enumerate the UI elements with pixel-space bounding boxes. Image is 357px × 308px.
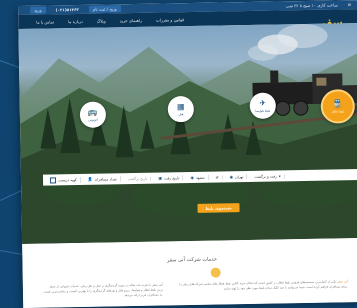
- envelope-icon: ✉: [347, 2, 352, 8]
- origin-field[interactable]: ◉ تهران: [226, 174, 248, 180]
- working-hours: ساعت کاری ۱۰ صبح تا ۲۲ شب: [285, 2, 338, 9]
- trip-type-select[interactable]: رفت و برگشت ▾: [251, 173, 285, 179]
- nav-item-about[interactable]: درباره ما: [68, 18, 83, 23]
- website-frame: ورود (۰۲۱)۵۱۴۶۳ ورود / ثبت نام ساعت کاری…: [18, 0, 357, 308]
- return-date-field[interactable]: تاریخ برگشت: [124, 176, 152, 181]
- nav-item-guide[interactable]: راهنمای خرید: [120, 17, 142, 22]
- section-title: خدمات شرکت آنی سفر: [166, 256, 218, 264]
- account-button[interactable]: ورود / ثبت نام: [88, 5, 121, 13]
- nav-item-rules[interactable]: قوانین و مقررات: [156, 17, 184, 22]
- brand-highlight: آنی سفر: [337, 279, 348, 284]
- departure-date-field[interactable]: ▣ تاریخ رفت: [155, 175, 184, 181]
- login-button[interactable]: ورود: [30, 6, 46, 14]
- chevron-down-icon: ▾: [278, 173, 281, 178]
- services-description-left: آنی سفر با تجربه چند ساله در حوزه گردشگر…: [43, 282, 164, 298]
- hero-banner: 🚆 بلیط قطار ✈ بلیط هواپیما ▦ هتل 🚌 اتوبو…: [18, 23, 357, 244]
- nav-item-contact[interactable]: تماس با ما: [36, 19, 54, 24]
- location-pin-icon: ◉: [229, 174, 234, 180]
- train-icon: 🚆: [332, 98, 343, 109]
- bus-icon: 🚌: [87, 107, 98, 117]
- checkbox-icon: [49, 176, 57, 183]
- location-pin-icon: ◉: [190, 174, 195, 181]
- services-section: خدمات شرکت آنی سفر آنی سفر با تجربه چند …: [22, 238, 357, 308]
- section-decoration-icon: [210, 267, 221, 278]
- services-description-right: آنی سفر یکی از کامل‌ترین سیستم‌های فروش …: [179, 279, 348, 291]
- plane-icon: ✈: [259, 98, 267, 108]
- calendar-icon: ▣: [158, 175, 163, 181]
- search-tickets-button[interactable]: جستجوی بلیط: [197, 203, 240, 213]
- destination-field[interactable]: ◉ مشهد: [187, 174, 209, 181]
- swap-cities-button[interactable]: ⇄: [212, 174, 223, 180]
- user-icon: 👤: [87, 176, 93, 182]
- exclusive-coupe-checkbox[interactable]: کوپه دربست: [46, 176, 81, 184]
- passengers-select[interactable]: 👤 تعداد مسافران: [84, 176, 121, 182]
- hotel-icon: ▦: [176, 101, 185, 111]
- phone-number: (۰۲۱)۵۱۴۶۳: [55, 6, 79, 13]
- nav-item-blog[interactable]: وبلاگ: [97, 18, 106, 23]
